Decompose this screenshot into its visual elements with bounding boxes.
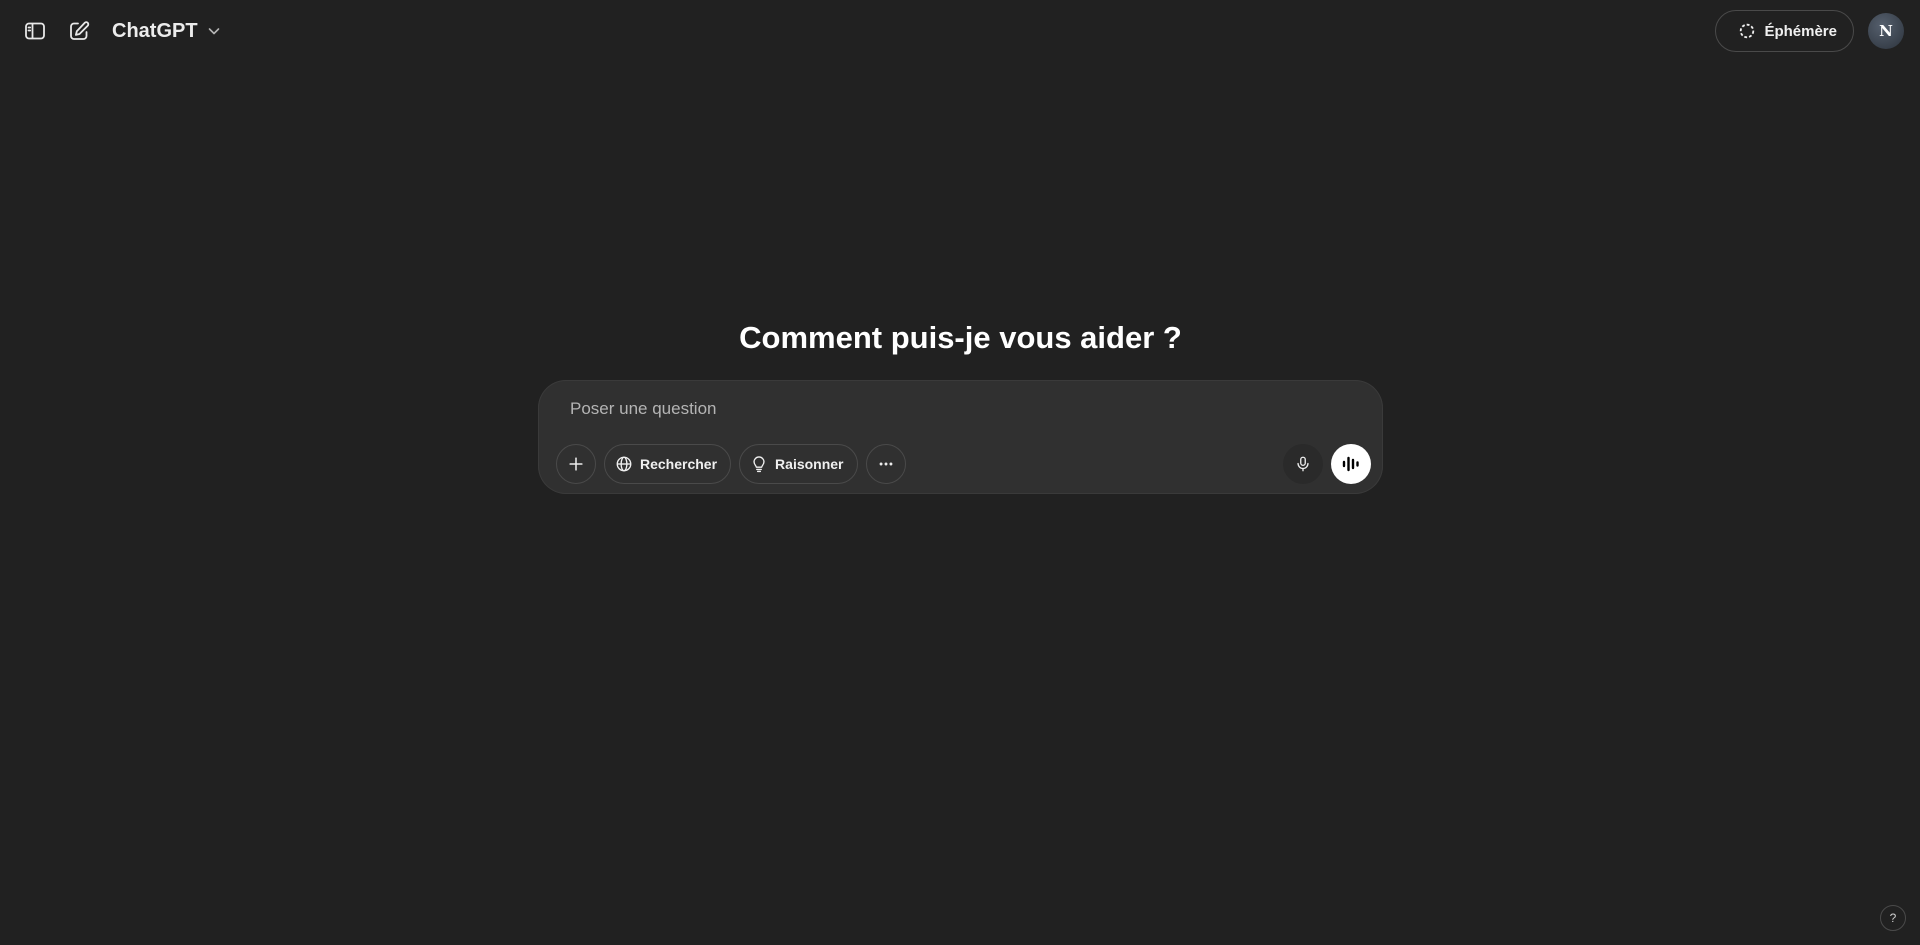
model-name: ChatGPT [112,19,198,42]
more-dots-icon [879,462,892,466]
globe-icon [616,456,632,472]
dictate-button[interactable] [1283,444,1323,484]
reason-label: Raisonner [775,456,844,472]
plus-icon [569,457,583,471]
reason-button[interactable]: Raisonner [739,444,858,484]
search-button[interactable]: Rechercher [604,444,732,484]
help-button[interactable]: ? [1880,905,1906,931]
ephemeral-label: Éphémère [1764,22,1837,40]
top-bar: ChatGPT Éphémère N [0,0,1920,62]
new-chat-pencil-icon [70,21,90,40]
more-tools-button[interactable] [865,444,906,484]
ephemeral-chat-button[interactable]: Éphémère [1715,10,1854,52]
new-chat-button[interactable] [62,14,96,48]
dashed-circle-icon [1740,23,1755,39]
prompt-input[interactable] [568,394,1328,424]
chevron-down-icon [208,28,219,35]
avatar[interactable]: N [1868,13,1904,49]
lightbulb-icon [753,456,765,473]
search-label: Rechercher [640,456,718,472]
help-label: ? [1889,911,1897,925]
composer-tools: Rechercher Raisonner [556,444,1371,484]
sidebar-toggle-icon [25,22,45,40]
microphone-icon [1297,456,1309,472]
voice-mode-button[interactable] [1331,444,1371,484]
page-title: Comment puis-je vous aider ? [739,320,1182,355]
model-switcher[interactable]: ChatGPT [112,20,222,43]
attach-button[interactable] [556,444,596,484]
sidebar-toggle-button[interactable] [18,14,52,48]
avatar-initial: N [1879,22,1893,40]
voice-waveform-icon [1342,456,1359,472]
composer: Rechercher Raisonner [538,380,1383,494]
main-content: Comment puis-je vous aider ? Rechercher [538,316,1383,494]
